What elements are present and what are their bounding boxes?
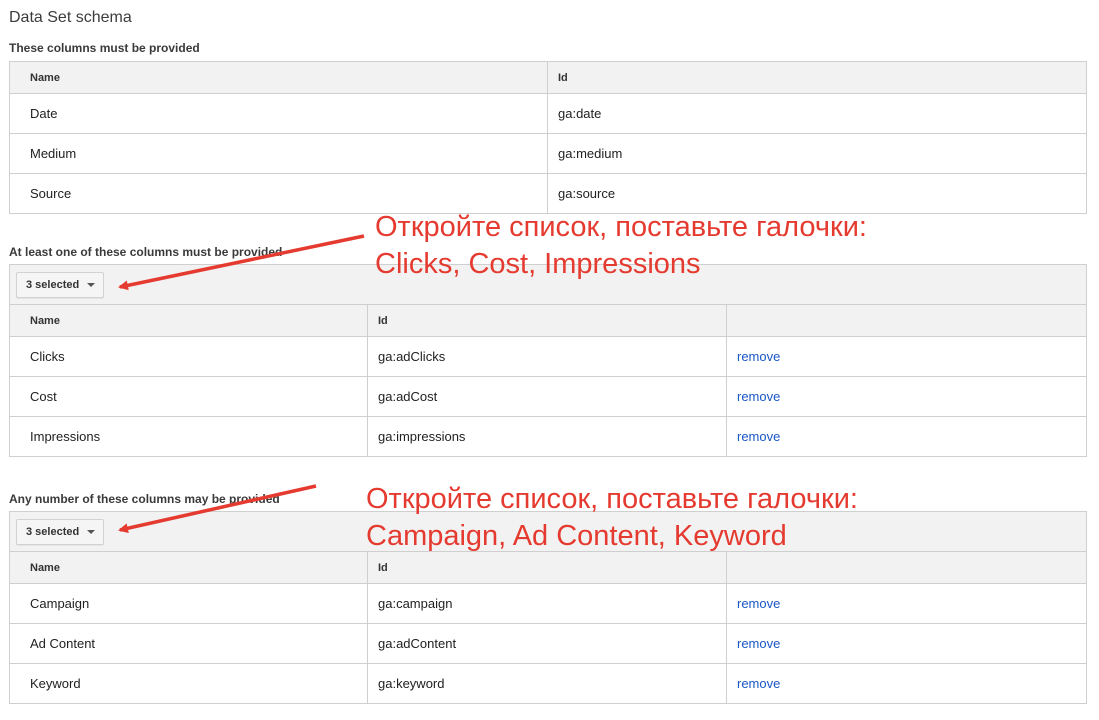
column-header-actions <box>726 304 1087 337</box>
actions-cell: remove <box>726 416 1087 457</box>
caret-down-icon <box>87 282 96 287</box>
optional-section-label: Any number of these columns may be provi… <box>9 492 280 506</box>
column-header-actions <box>726 551 1087 584</box>
annotation-line: Clicks, Cost, Impressions <box>375 248 701 280</box>
column-header-name: Name <box>9 61 548 94</box>
table-row: Date ga:date <box>9 93 1087 134</box>
column-header-id: Id <box>547 61 1087 94</box>
actions-cell: remove <box>726 376 1087 417</box>
metrics-columns-table: 3 selected Name Id Clicks ga:adClicks re… <box>9 264 1087 457</box>
column-id: ga:adCost <box>367 376 727 417</box>
column-header-id: Id <box>367 304 727 337</box>
optional-columns-dropdown[interactable]: 3 selected <box>16 518 105 545</box>
remove-link[interactable]: remove <box>737 636 780 651</box>
column-name: Medium <box>9 133 548 174</box>
annotation-line: Откройте список, поставьте галочки: <box>366 483 858 515</box>
table-row: Clicks ga:adClicks remove <box>9 336 1087 377</box>
table-row: Impressions ga:impressions remove <box>9 416 1087 457</box>
column-name: Date <box>9 93 548 134</box>
table-row: Campaign ga:campaign remove <box>9 583 1087 624</box>
column-name: Campaign <box>9 583 368 624</box>
column-id: ga:adClicks <box>367 336 727 377</box>
actions-cell: remove <box>726 336 1087 377</box>
column-header-name: Name <box>9 551 368 584</box>
metrics-section-label: At least one of these columns must be pr… <box>9 245 283 259</box>
column-id: ga:date <box>547 93 1087 134</box>
table-header-row: Name Id <box>9 551 1087 584</box>
column-name: Ad Content <box>9 623 368 664</box>
remove-link[interactable]: remove <box>737 429 780 444</box>
annotation-metrics: Откройте список, поставьте галочки: Clic… <box>375 209 867 283</box>
remove-link[interactable]: remove <box>737 349 780 364</box>
dropdown-label: 3 selected <box>26 525 80 538</box>
column-id: ga:source <box>547 173 1087 214</box>
required-columns-table: Name Id Date ga:date Medium ga:medium So… <box>9 61 1087 214</box>
table-row: Ad Content ga:adContent remove <box>9 623 1087 664</box>
table-row: Cost ga:adCost remove <box>9 376 1087 417</box>
table-header-row: Name Id <box>9 304 1087 337</box>
remove-link[interactable]: remove <box>737 596 780 611</box>
table-row: Medium ga:medium <box>9 133 1087 174</box>
remove-link[interactable]: remove <box>737 676 780 691</box>
column-header-id: Id <box>367 551 727 584</box>
annotation-optional: Откройте список, поставьте галочки: Camp… <box>366 481 858 555</box>
metrics-columns-dropdown[interactable]: 3 selected <box>16 271 105 298</box>
column-id: ga:campaign <box>367 583 727 624</box>
table-row: Source ga:source <box>9 173 1087 214</box>
actions-cell: remove <box>726 663 1087 704</box>
column-name: Impressions <box>9 416 368 457</box>
column-id: ga:keyword <box>367 663 727 704</box>
column-id: ga:adContent <box>367 623 727 664</box>
column-name: Clicks <box>9 336 368 377</box>
column-name: Cost <box>9 376 368 417</box>
page-title: Data Set schema <box>9 9 132 26</box>
actions-cell: remove <box>726 583 1087 624</box>
column-name: Keyword <box>9 663 368 704</box>
column-header-name: Name <box>9 304 368 337</box>
table-row: Keyword ga:keyword remove <box>9 663 1087 704</box>
column-name: Source <box>9 173 548 214</box>
caret-down-icon <box>87 529 96 534</box>
column-id: ga:medium <box>547 133 1087 174</box>
dropdown-label: 3 selected <box>26 278 80 291</box>
table-header-row: Name Id <box>9 61 1087 94</box>
column-id: ga:impressions <box>367 416 727 457</box>
required-section-label: These columns must be provided <box>9 41 200 55</box>
annotation-line: Campaign, Ad Content, Keyword <box>366 520 787 552</box>
actions-cell: remove <box>726 623 1087 664</box>
annotation-line: Откройте список, поставьте галочки: <box>375 211 867 243</box>
remove-link[interactable]: remove <box>737 389 780 404</box>
